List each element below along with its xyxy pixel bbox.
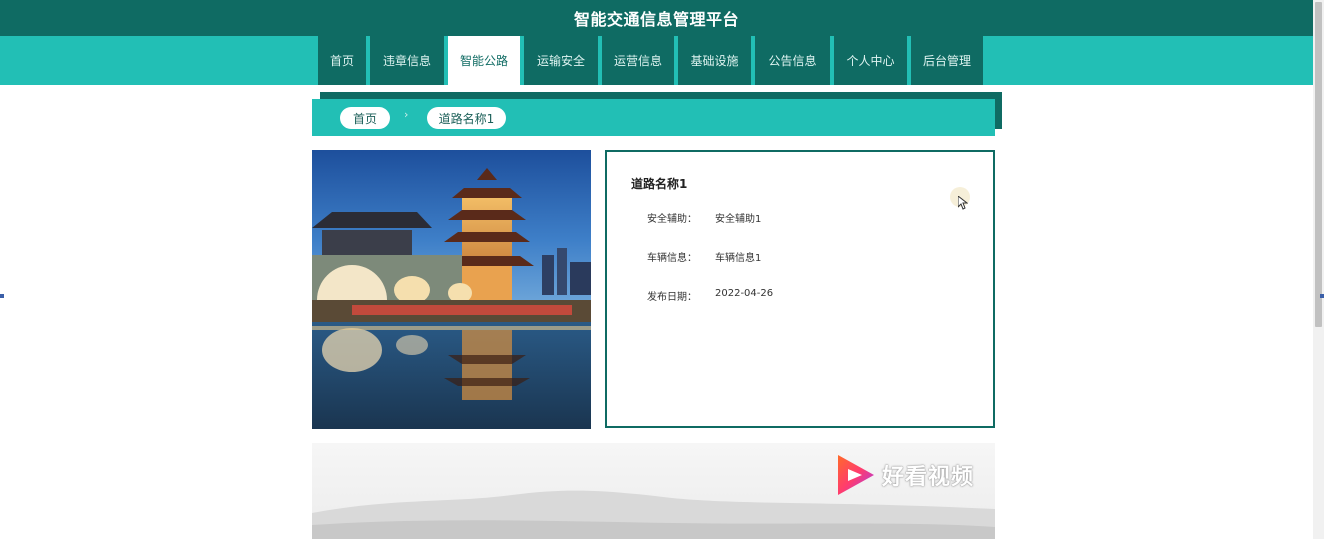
field-label-safety-assist: 安全辅助： [647,214,697,225]
field-value-safety-assist: 安全辅助1 [715,214,762,225]
breadcrumb-home[interactable]: 首页 [340,107,390,129]
field-label-publish-date: 发布日期： [647,292,697,303]
page-scrollbar[interactable] [1313,0,1324,539]
nav-item-announcements[interactable]: 公告信息 [755,36,830,85]
video-preview[interactable]: 好看视频 [312,443,995,539]
breadcrumb: 首页 › 道路名称1 [312,99,995,136]
site-title: 智能交通信息管理平台 [573,10,739,29]
nav-item-infrastructure[interactable]: 基础设施 [678,36,751,85]
nav-bar: 首页 违章信息 智能公路 运输安全 运营信息 基础设施 公告信息 个人中心 后台… [0,36,1313,85]
mountain-scene [312,490,995,539]
page: 智能交通信息管理平台 首页 违章信息 智能公路 运输安全 运营信息 基础设施 公… [0,0,1324,539]
nav-item-smart-highway[interactable]: 智能公路 [448,36,520,85]
title-bar: 智能交通信息管理平台 [0,0,1313,36]
haokan-logo-icon [838,455,874,495]
nav-item-violations[interactable]: 违章信息 [370,36,444,85]
breadcrumb-separator: › [404,108,409,121]
field-value-vehicle-info: 车辆信息1 [715,253,762,264]
right-edge-marker [1320,294,1324,298]
field-label-vehicle-info: 车辆信息： [647,253,697,264]
nav-item-personal-center[interactable]: 个人中心 [834,36,907,85]
nav-list: 首页 违章信息 智能公路 运输安全 运营信息 基础设施 公告信息 个人中心 后台… [318,36,987,85]
scrollbar-thumb[interactable] [1315,2,1322,327]
left-edge-marker [0,294,4,298]
nav-item-home[interactable]: 首页 [318,36,366,85]
nav-item-operations[interactable]: 运营信息 [602,36,674,85]
nav-item-admin[interactable]: 后台管理 [911,36,983,85]
nav-item-transport-safety[interactable]: 运输安全 [524,36,598,85]
detail-card: 道路名称1 安全辅助： 安全辅助1 车辆信息： 车辆信息1 发布日期： 2022… [605,150,995,428]
road-photo [312,150,591,429]
field-value-publish-date: 2022-04-26 [715,288,774,299]
mouse-cursor-icon [958,196,968,210]
breadcrumb-current[interactable]: 道路名称1 [427,107,506,129]
video-watermark: 好看视频 [882,465,975,490]
detail-title: 道路名称1 [631,177,688,191]
